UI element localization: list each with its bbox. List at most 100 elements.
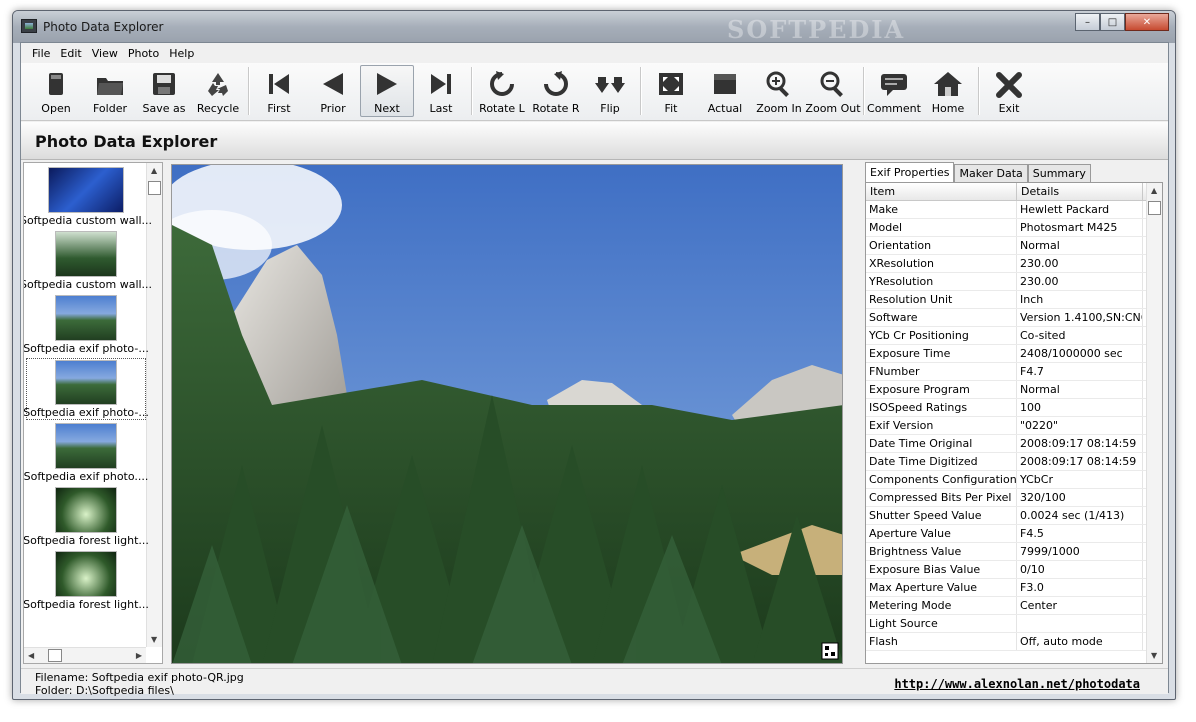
fit-button[interactable]: Fit bbox=[644, 65, 698, 117]
exif-detail: Center bbox=[1017, 597, 1143, 614]
exif-detail: Inch bbox=[1017, 291, 1143, 308]
open-button[interactable]: Open bbox=[29, 65, 83, 117]
minimize-button[interactable]: – bbox=[1075, 13, 1100, 31]
title-bar[interactable]: Photo Data Explorer SOFTPEDIA – □ ✕ bbox=[13, 11, 1175, 44]
next-button[interactable]: Next bbox=[360, 65, 414, 117]
scroll-down-icon[interactable]: ▼ bbox=[151, 635, 157, 644]
folder-icon bbox=[94, 69, 126, 99]
recycle-button[interactable]: Recycle bbox=[191, 65, 245, 117]
exif-item: Brightness Value bbox=[866, 543, 1017, 560]
rotate-l-button[interactable]: Rotate L bbox=[475, 65, 529, 117]
exif-row[interactable]: Metering Mode Center bbox=[866, 597, 1162, 615]
first-button[interactable]: First bbox=[252, 65, 306, 117]
thumbnail-list[interactable]: ▲ ▼ ◀ ▶ Softpedia custom wall... Softpedi… bbox=[23, 162, 163, 664]
zoom-in-button[interactable]: Zoom In bbox=[752, 65, 806, 117]
exit-button[interactable]: Exit bbox=[982, 65, 1036, 117]
menu-view[interactable]: View bbox=[87, 47, 123, 60]
menu-file[interactable]: File bbox=[27, 47, 55, 60]
exif-row[interactable]: Exposure Bias Value 0/10 bbox=[866, 561, 1162, 579]
toolbar-button-label: Home bbox=[931, 102, 965, 115]
toolbar-button-label: Comment bbox=[867, 102, 921, 115]
exif-row[interactable]: Brightness Value 7999/1000 bbox=[866, 543, 1162, 561]
photo-view[interactable] bbox=[171, 164, 843, 664]
exif-panel: Exif Properties Maker Data Summary Item … bbox=[863, 161, 1165, 666]
maximize-button[interactable]: □ bbox=[1100, 13, 1125, 31]
thumbnail-item[interactable]: Softpedia custom wall... bbox=[24, 230, 152, 292]
exif-row[interactable]: YCb Cr Positioning Co-sited bbox=[866, 327, 1162, 345]
exif-row[interactable]: Light Source bbox=[866, 615, 1162, 633]
exif-row[interactable]: Shutter Speed Value 0.0024 sec (1/413) bbox=[866, 507, 1162, 525]
menu-photo[interactable]: Photo bbox=[123, 47, 164, 60]
exif-row[interactable]: FNumber F4.7 bbox=[866, 363, 1162, 381]
exif-item: Metering Mode bbox=[866, 597, 1017, 614]
exif-row[interactable]: SoftwareVersion 1.4100,SN:CN63K bbox=[866, 309, 1162, 327]
tab-maker-data[interactable]: Maker Data bbox=[954, 164, 1028, 182]
scroll-up-icon[interactable]: ▲ bbox=[1151, 186, 1157, 195]
scroll-thumb[interactable] bbox=[1148, 201, 1161, 215]
menu-help[interactable]: Help bbox=[164, 47, 199, 60]
thumbnail-item[interactable]: Softpedia forest light... bbox=[23, 486, 149, 548]
scroll-left-icon[interactable]: ◀ bbox=[28, 651, 34, 660]
exif-row[interactable]: Date Time Digitized 2008:09:17 08:14:59 bbox=[866, 453, 1162, 471]
column-header-details[interactable]: Details bbox=[1017, 183, 1143, 200]
save-as-button[interactable]: Save as bbox=[137, 65, 191, 117]
exif-item: Components Configuration bbox=[866, 471, 1017, 488]
exif-row[interactable]: Date Time Original 2008:09:17 08:14:59 bbox=[866, 435, 1162, 453]
exif-row[interactable]: Components Configuration YCbCr bbox=[866, 471, 1162, 489]
scroll-thumb[interactable] bbox=[148, 181, 161, 195]
thumbnail-item[interactable]: Softpedia exif photo.... bbox=[24, 422, 148, 484]
exif-row[interactable]: Model Photosmart M425 bbox=[866, 219, 1162, 237]
actual-button[interactable]: Actual bbox=[698, 65, 752, 117]
toolbar-button-label: Flip bbox=[600, 102, 620, 115]
thumbnail-vertical-scrollbar[interactable]: ▲ ▼ bbox=[146, 163, 162, 647]
exif-row[interactable]: Exif Version "0220" bbox=[866, 417, 1162, 435]
tab-exif-properties[interactable]: Exif Properties bbox=[865, 162, 955, 182]
home-button[interactable]: Home bbox=[921, 65, 975, 117]
thumbnail-item[interactable]: Softpedia exif photo-... bbox=[24, 358, 149, 420]
exif-detail: 2008:09:17 08:14:59 bbox=[1017, 453, 1143, 470]
exif-row[interactable]: Orientation Normal bbox=[866, 237, 1162, 255]
thumbnail-horizontal-scrollbar[interactable]: ◀ ▶ bbox=[24, 647, 146, 663]
folder-button[interactable]: Folder bbox=[83, 65, 137, 117]
exif-row[interactable]: YResolution 230.00 bbox=[866, 273, 1162, 291]
menu-edit[interactable]: Edit bbox=[55, 47, 86, 60]
flip-button[interactable]: Flip bbox=[583, 65, 637, 117]
thumbnail-item[interactable]: Softpedia forest light... bbox=[24, 550, 149, 612]
exif-row[interactable]: XResolution 230.00 bbox=[866, 255, 1162, 273]
exif-vertical-scrollbar[interactable]: ▲ ▼ bbox=[1146, 183, 1162, 663]
scroll-thumb[interactable] bbox=[48, 649, 62, 662]
close-button[interactable]: ✕ bbox=[1125, 13, 1169, 31]
exif-row[interactable]: Resolution Unit Inch bbox=[866, 291, 1162, 309]
tab-summary[interactable]: Summary bbox=[1027, 164, 1091, 182]
thumbnail-item[interactable]: Softpedia exif photo-... bbox=[24, 294, 149, 356]
exif-item: YCb Cr Positioning bbox=[866, 327, 1017, 344]
exif-item: Make bbox=[866, 201, 1017, 218]
exif-row[interactable]: Flash Off, auto mode bbox=[866, 633, 1162, 651]
exif-row[interactable]: Compressed Bits Per Pixel 320/100 bbox=[866, 489, 1162, 507]
rotate-left-icon bbox=[486, 69, 518, 99]
exif-detail: 2008:09:17 08:14:59 bbox=[1017, 435, 1143, 452]
rotate-r-button[interactable]: Rotate R bbox=[529, 65, 583, 117]
exif-row[interactable]: Aperture Value F4.5 bbox=[866, 525, 1162, 543]
exif-item: XResolution bbox=[866, 255, 1017, 272]
exif-detail: Normal bbox=[1017, 381, 1143, 398]
exif-row[interactable]: Make Hewlett Packard bbox=[866, 201, 1162, 219]
column-header-item[interactable]: Item bbox=[866, 183, 1017, 200]
exif-row[interactable]: Exposure Time 2408/1000000 sec bbox=[866, 345, 1162, 363]
exif-row[interactable]: Max Aperture Value F3.0 bbox=[866, 579, 1162, 597]
exif-table[interactable]: Item Details Make Hewlett Packard Model Pho… bbox=[865, 182, 1163, 664]
scroll-right-icon[interactable]: ▶ bbox=[136, 651, 142, 660]
thumbnail-caption: Softpedia forest light... bbox=[23, 534, 149, 547]
scroll-down-icon[interactable]: ▼ bbox=[1151, 651, 1157, 660]
comment-button[interactable]: Comment bbox=[867, 65, 921, 117]
prior-button[interactable]: Prior bbox=[306, 65, 360, 117]
zoom-out-button[interactable]: Zoom Out bbox=[805, 65, 861, 117]
thumbnail-item[interactable]: Softpedia custom wall... bbox=[24, 166, 152, 228]
scroll-up-icon[interactable]: ▲ bbox=[151, 166, 157, 175]
exif-detail: F4.5 bbox=[1017, 525, 1143, 542]
exif-row[interactable]: ISOSpeed Ratings 100 bbox=[866, 399, 1162, 417]
app-window: Photo Data Explorer SOFTPEDIA – □ ✕ File… bbox=[12, 10, 1176, 700]
exif-row[interactable]: Exposure Program Normal bbox=[866, 381, 1162, 399]
last-button[interactable]: Last bbox=[414, 65, 468, 117]
website-link[interactable]: http://www.alexnolan.net/photodata bbox=[894, 677, 1140, 691]
